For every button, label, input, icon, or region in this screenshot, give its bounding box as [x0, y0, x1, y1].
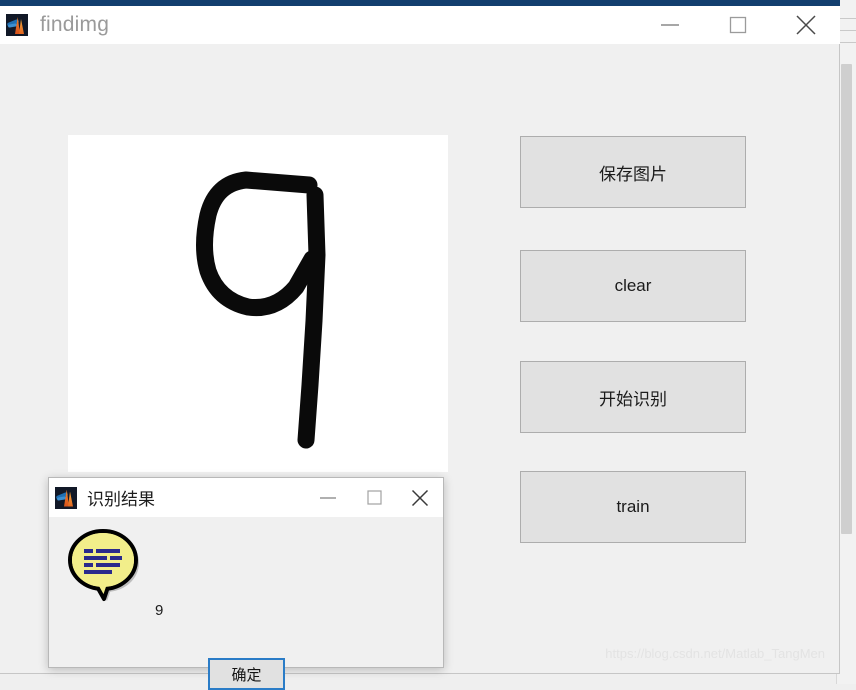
digit-drawing-canvas[interactable]	[68, 135, 448, 472]
dialog-titlebar[interactable]: 识别结果	[49, 478, 443, 517]
close-icon	[411, 489, 429, 506]
speech-bubble-icon	[65, 526, 143, 602]
dialog-ok-button-label: 确定	[231, 666, 262, 684]
matlab-icon	[6, 14, 28, 36]
recognition-result-dialog: 识别结果 9 确定	[48, 477, 444, 690]
clear-button[interactable]: clear	[520, 250, 746, 322]
train-button[interactable]: train	[520, 471, 746, 543]
clear-button-label: clear	[614, 276, 652, 295]
dialog-message-text: 9	[155, 602, 164, 619]
start-recognition-button-label: 开始识别	[599, 389, 667, 409]
dialog-minimize-button[interactable]	[305, 478, 351, 517]
save-image-button[interactable]: 保存图片	[520, 136, 746, 208]
main-titlebar[interactable]: findimg	[0, 6, 840, 44]
watermark: https://blog.csdn.net/Matlab_TangMen	[605, 646, 825, 661]
dialog-maximize-button[interactable]	[351, 478, 397, 517]
window-controls	[636, 6, 840, 44]
dialog-title: 识别结果	[87, 490, 155, 509]
close-button[interactable]	[772, 6, 840, 44]
maximize-icon	[729, 16, 747, 34]
dialog-window-controls	[305, 478, 443, 517]
window-title: findimg	[40, 13, 110, 36]
save-image-button-label: 保存图片	[599, 164, 667, 184]
train-button-label: train	[616, 497, 650, 516]
close-icon	[796, 15, 816, 35]
start-recognition-button[interactable]: 开始识别	[520, 361, 746, 433]
minimize-icon	[661, 24, 679, 26]
maximize-icon	[366, 490, 382, 505]
drawn-digit-strokes	[196, 171, 326, 449]
minimize-button[interactable]	[636, 6, 704, 44]
dialog-body: 9 确定	[49, 517, 443, 690]
dialog-ok-button[interactable]: 确定	[208, 658, 285, 690]
dialog-close-button[interactable]	[397, 478, 443, 517]
background-scrollbar-thumb[interactable]	[841, 64, 852, 534]
maximize-button[interactable]	[704, 6, 772, 44]
minimize-icon	[320, 496, 336, 499]
matlab-icon	[55, 486, 77, 509]
